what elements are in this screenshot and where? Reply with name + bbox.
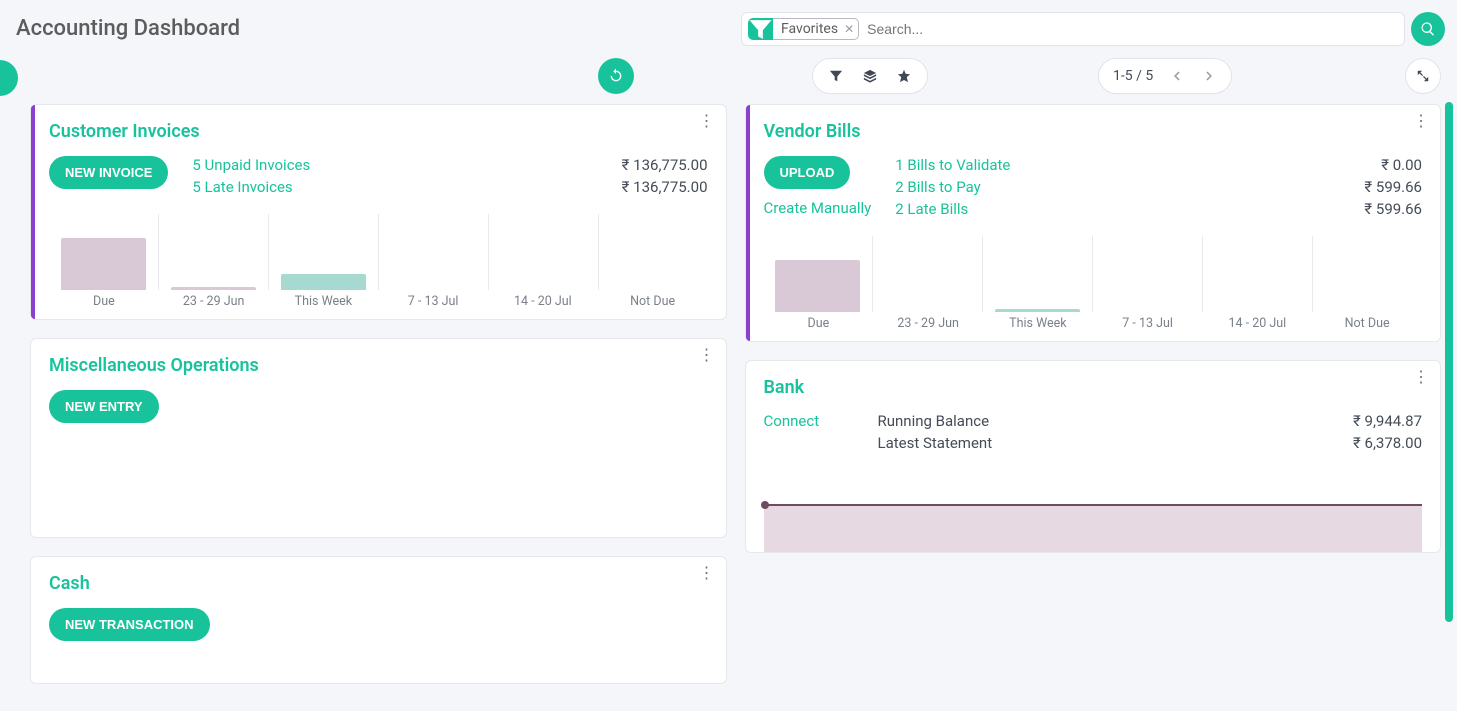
chart-label: This Week [269, 294, 379, 309]
card-menu-button[interactable]: ⋮ [1413, 373, 1428, 381]
unpaid-invoices-amount: ₹ 136,775.00 [622, 156, 708, 174]
card-title[interactable]: Vendor Bills [764, 121, 1423, 142]
pager: 1-5 / 5 [1098, 58, 1232, 94]
refresh-icon [608, 68, 624, 84]
chevron-right-icon [1203, 70, 1215, 82]
favorite-view-button[interactable] [897, 69, 911, 83]
chart-label: 23 - 29 Jun [159, 294, 269, 309]
chart-label: 23 - 29 Jun [873, 316, 983, 331]
pager-prev-button[interactable] [1163, 62, 1191, 90]
running-balance-amount: ₹ 9,944.87 [1353, 412, 1422, 430]
chart-label: 14 - 20 Jul [1203, 316, 1313, 331]
card-title[interactable]: Miscellaneous Operations [49, 355, 708, 376]
view-switcher [812, 58, 928, 94]
search-input[interactable] [867, 21, 1404, 37]
chart-label: Not Due [1312, 316, 1422, 331]
chart-label: 7 - 13 Jul [378, 294, 488, 309]
bills-pay-amount: ₹ 599.66 [1364, 178, 1422, 196]
pager-text: 1-5 / 5 [1113, 68, 1153, 84]
search-box[interactable]: Favorites ✕ [741, 12, 1405, 46]
card-title[interactable]: Customer Invoices [49, 121, 708, 142]
search-button[interactable] [1411, 12, 1445, 46]
create-manually-link[interactable]: Create Manually [764, 199, 872, 217]
card-title[interactable]: Cash [49, 573, 708, 594]
late-invoices-amount: ₹ 136,775.00 [622, 178, 708, 196]
card-menu-button[interactable]: ⋮ [1413, 117, 1428, 125]
pager-next-button[interactable] [1195, 62, 1223, 90]
card-title[interactable]: Bank [764, 377, 1423, 398]
bills-chart [764, 236, 1423, 312]
late-invoices-link[interactable]: 5 Late Invoices [192, 178, 292, 196]
customer-invoices-card: ⋮ Customer Invoices NEW INVOICE 5 Unpaid… [30, 104, 727, 320]
group-view-button[interactable] [863, 69, 877, 83]
filter-chip[interactable]: Favorites ✕ [773, 18, 859, 40]
new-entry-button[interactable]: NEW ENTRY [49, 390, 159, 423]
funnel-icon [829, 69, 843, 83]
new-invoice-button[interactable]: NEW INVOICE [49, 156, 168, 189]
bills-validate-link[interactable]: 1 Bills to Validate [895, 156, 1010, 174]
filter-view-button[interactable] [829, 69, 843, 83]
filter-chip-remove-icon[interactable]: ✕ [844, 22, 854, 36]
unpaid-invoices-link[interactable]: 5 Unpaid Invoices [192, 156, 310, 174]
refresh-button[interactable] [598, 58, 634, 94]
chart-label: Due [764, 316, 874, 331]
layers-icon [863, 69, 877, 83]
cash-card: ⋮ Cash NEW TRANSACTION [30, 556, 727, 684]
chart-label: Not Due [598, 294, 708, 309]
chevron-left-icon [1171, 70, 1183, 82]
chart-label: Due [49, 294, 159, 309]
card-menu-button[interactable]: ⋮ [699, 569, 714, 577]
late-bills-amount: ₹ 599.66 [1364, 200, 1422, 218]
late-bills-link[interactable]: 2 Late Bills [895, 200, 968, 218]
chart-label: 7 - 13 Jul [1093, 316, 1203, 331]
vendor-bills-card: ⋮ Vendor Bills UPLOAD Create Manually 1 … [745, 104, 1442, 342]
misc-operations-card: ⋮ Miscellaneous Operations NEW ENTRY [30, 338, 727, 538]
expand-button[interactable] [1405, 58, 1441, 94]
filter-chip-icon [748, 18, 773, 40]
star-icon [897, 69, 911, 83]
expand-icon [1416, 69, 1430, 83]
search-icon [1420, 21, 1436, 37]
bills-pay-link[interactable]: 2 Bills to Pay [895, 178, 980, 196]
filter-chip-label: Favorites [781, 21, 838, 37]
card-menu-button[interactable]: ⋮ [699, 117, 714, 125]
invoices-chart [49, 214, 708, 290]
page-title: Accounting Dashboard [16, 10, 240, 41]
bills-validate-amount: ₹ 0.00 [1381, 156, 1422, 174]
chart-label: 14 - 20 Jul [488, 294, 598, 309]
running-balance-label: Running Balance [878, 412, 990, 430]
latest-statement-amount: ₹ 6,378.00 [1353, 434, 1422, 452]
connect-link[interactable]: Connect [764, 412, 854, 430]
upload-button[interactable]: UPLOAD [764, 156, 851, 189]
scrollbar-thumb[interactable] [1445, 102, 1453, 622]
new-transaction-button[interactable]: NEW TRANSACTION [49, 608, 210, 641]
card-menu-button[interactable]: ⋮ [699, 351, 714, 359]
bank-card: ⋮ Bank Connect Running Balance ₹ 9,944.87… [745, 360, 1442, 553]
chart-label: This Week [983, 316, 1093, 331]
latest-statement-label: Latest Statement [878, 434, 993, 452]
bank-chart [764, 504, 1423, 552]
